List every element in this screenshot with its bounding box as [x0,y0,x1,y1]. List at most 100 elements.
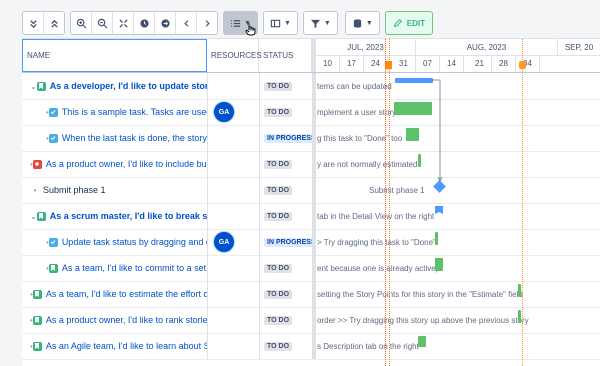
gantt-row-area: > Try dragging this task to "Done" [312,229,600,255]
edit-button[interactable]: EDIT [384,11,433,35]
gantt-bar-label: > Try dragging this task to "Done" [317,237,436,247]
gantt-row-area: tab in the Detail View on the right [312,203,600,229]
day-label: 14 [440,55,464,72]
table-row[interactable]: • This is a sample task. Tasks are used t… [22,99,600,126]
task-bar[interactable] [518,284,521,297]
deadline-line [522,39,523,366]
status-cell[interactable]: TO DO [259,281,312,307]
gantt-row-area: Submit phase 1 [312,177,600,203]
issue-title-link[interactable]: As a team, I'd like to estimate the effo… [46,289,207,299]
avatar[interactable]: GA [213,231,235,253]
task-type-icon [48,133,58,143]
issue-title-link[interactable]: As an Agile team, I'd like to learn abou… [46,341,207,351]
issue-title-link[interactable]: As a product owner, I'd like to rank sto… [46,315,207,325]
column-header-status[interactable]: STATUS [259,39,312,72]
day-label: 31 [392,55,416,72]
issue-title-link[interactable]: Submit phase 1 [43,185,106,195]
today-line-secondary [389,39,390,366]
issue-title-link[interactable]: This is a sample task. Tasks are used t [62,107,207,117]
avatar[interactable]: GA [213,101,235,123]
scroll-left-button[interactable] [176,12,197,34]
issue-title-link[interactable]: As a product owner, I'd like to include … [46,159,207,169]
expand-all-button[interactable] [23,12,44,34]
gantt-bar-label: setting the Story Points for this story … [317,289,523,299]
edit-button-label: EDIT [406,18,425,28]
gantt-row-area: g this task to "Done" too [312,125,600,151]
clock-icon [139,18,149,28]
resources-cell[interactable] [207,255,259,281]
double-chevron-up-icon [50,19,58,28]
status-cell[interactable]: TO DO [259,151,312,177]
collapse-all-button[interactable] [44,12,64,34]
task-bar[interactable] [418,154,421,167]
gantt-bar-label: y are not normally estimated [317,159,418,169]
timeline-days: 10 17 24 31 07 14 21 28 04 [316,55,600,72]
issue-title-link[interactable]: When the last task is done, the story c [62,133,207,143]
task-bar[interactable] [406,128,419,141]
table-row[interactable]: • As a team, I'd like to estimate the eff… [22,281,600,308]
story-type-icon [36,81,46,91]
status-cell[interactable]: IN PROGRESS [259,229,312,255]
gantt-bar-label: tab in the Detail View on the right [317,211,435,221]
toolbar: ▼ ▼ ▼ ▼ EDIT [22,8,433,38]
scroll-right-button[interactable] [197,12,217,34]
task-bar[interactable] [518,310,521,323]
status-cell[interactable]: TO DO [259,333,312,359]
table-row[interactable]: • When the last task is done, the story c… [22,125,600,152]
status-badge: IN PROGRESS [264,133,312,143]
column-header-name[interactable]: NAME [22,39,207,72]
status-badge: TO DO [264,159,293,169]
table-row[interactable]: • Submit phase 1 TO DO Submit phase 1 [22,177,600,204]
filter-dropdown[interactable]: ▼ [302,11,338,35]
task-bar[interactable] [418,336,426,347]
zoom-out-button[interactable] [92,12,113,34]
table-row[interactable]: • As a product owner, I'd like to rank st… [22,307,600,334]
resources-cell[interactable] [207,177,259,203]
status-cell[interactable]: IN PROGRESS [259,125,312,151]
table-row[interactable]: ⌄ As a developer, I'd like to update stor… [22,73,600,100]
database-dropdown[interactable]: ▼ [344,11,380,35]
resources-cell[interactable] [207,203,259,229]
today-button[interactable] [134,12,155,34]
task-bar[interactable] [435,232,438,245]
issue-title-link[interactable]: As a team, I'd like to commit to a set o [62,263,207,273]
timeline-months: JUL, 2023 AUG, 2023 SEP, 20 [316,39,600,56]
chevron-down-icon[interactable]: ⌄ [30,82,37,91]
resources-cell[interactable] [207,151,259,177]
hand-cursor-icon [245,23,256,36]
issue-title-link[interactable]: As a developer, I'd like to update story… [50,81,207,91]
resources-cell[interactable] [207,73,259,99]
scroll-to-task-button[interactable] [155,12,176,34]
name-cell: • This is a sample task. Tasks are used t [22,99,207,125]
chevron-down-icon: ▼ [323,19,331,27]
issue-title-link[interactable]: Update task status by dragging and dr [62,237,207,247]
table-row[interactable]: • As an Agile team, I'd like to learn abo… [22,333,600,360]
view-layout-dropdown[interactable]: ▼ [262,11,298,35]
status-cell[interactable]: TO DO [259,177,312,203]
resources-cell[interactable] [207,307,259,333]
table-row[interactable]: ⌄ As a scrum master, I'd like to break st… [22,203,600,230]
zoom-in-button[interactable] [71,12,92,34]
column-header-resources[interactable]: RESOURCES [207,39,262,72]
chevron-down-icon[interactable]: ⌄ [30,212,37,221]
status-cell[interactable]: TO DO [259,73,312,99]
zoom-nav-group [70,11,218,35]
day-label: 28 [492,55,516,72]
resources-cell[interactable] [207,333,259,359]
bug-type-icon [32,159,42,169]
table-row[interactable]: • Update task status by dragging and dr GA… [22,229,600,256]
status-cell[interactable]: TO DO [259,99,312,125]
zoom-in-icon [76,18,86,28]
status-cell[interactable]: TO DO [259,307,312,333]
resources-cell[interactable] [207,125,259,151]
task-bar[interactable] [435,258,443,271]
resources-cell[interactable]: GA [207,229,259,255]
table-row[interactable]: • As a product owner, I'd like to include… [22,151,600,178]
resources-cell[interactable] [207,281,259,307]
resources-cell[interactable]: GA [207,99,259,125]
table-row[interactable]: • As a team, I'd like to commit to a set … [22,255,600,282]
status-cell[interactable]: TO DO [259,255,312,281]
status-cell[interactable]: TO DO [259,203,312,229]
fit-to-screen-button[interactable] [113,12,134,34]
issue-title-link[interactable]: As a scrum master, I'd like to break sto… [50,211,207,221]
